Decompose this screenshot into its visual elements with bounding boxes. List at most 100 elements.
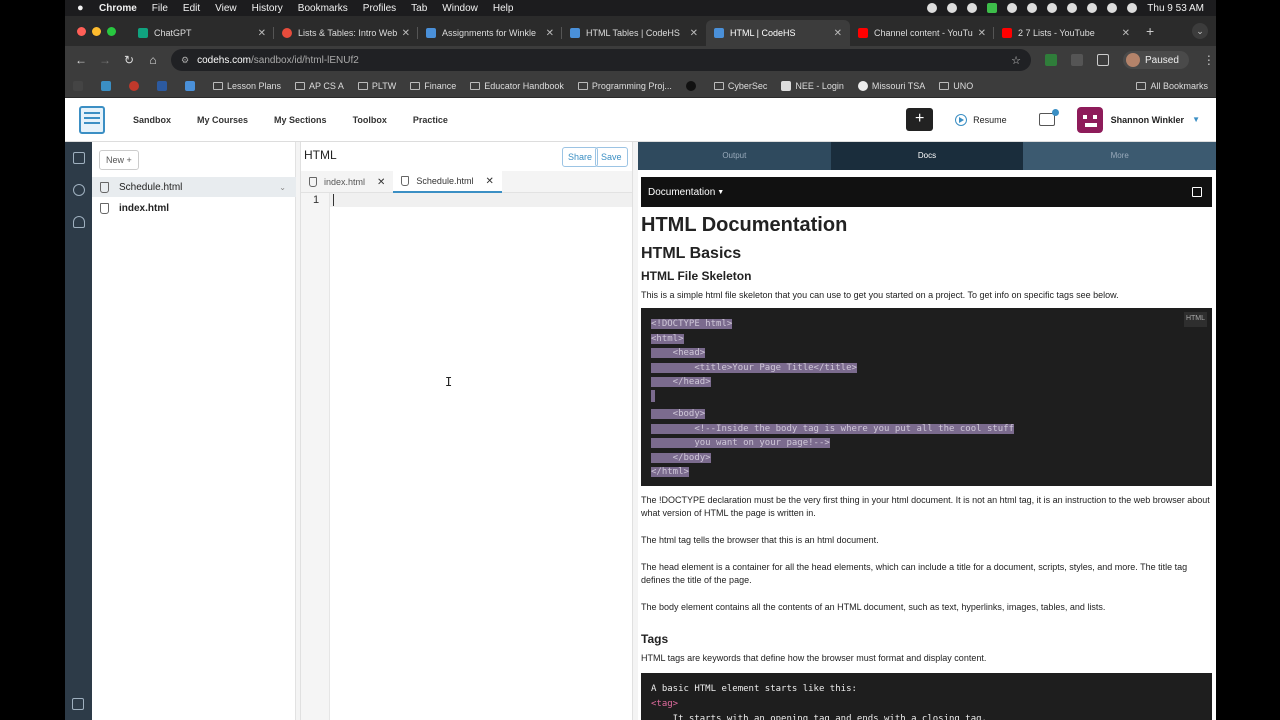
close-tab-icon[interactable]: ✕ xyxy=(690,28,698,39)
close-icon[interactable]: ✕ xyxy=(377,177,385,188)
clock[interactable]: Thu 9 53 AM xyxy=(1147,3,1204,14)
browser-tab-active[interactable]: HTML | CodeHS ✕ xyxy=(706,20,850,46)
tab-search-icon[interactable]: ⌄ xyxy=(1192,23,1208,39)
nav-my-sections[interactable]: My Sections xyxy=(274,115,327,125)
code-sample[interactable]: HTML <!DOCTYPE html> <html> <head> <titl… xyxy=(641,308,1212,486)
vpn-icon[interactable] xyxy=(1007,3,1018,13)
nav-my-courses[interactable]: My Courses xyxy=(197,115,248,125)
menu-history[interactable]: History xyxy=(252,3,283,14)
browser-tab[interactable]: Assignments for Winkle ✕ xyxy=(418,20,562,46)
battery-app-icon[interactable] xyxy=(987,3,998,13)
menu-profiles[interactable]: Profiles xyxy=(363,3,396,14)
file-item-schedule[interactable]: Schedule.html ⌄ xyxy=(92,177,296,197)
browser-tab[interactable]: HTML Tables | CodeHS ✕ xyxy=(562,20,706,46)
forward-icon[interactable]: → xyxy=(93,53,117,67)
bookmark-github[interactable] xyxy=(685,80,700,91)
home-icon[interactable]: ⌂ xyxy=(141,53,165,67)
menu-tab[interactable]: Tab xyxy=(411,3,427,14)
close-tab-icon[interactable]: ✕ xyxy=(402,28,410,39)
nav-toolbox[interactable]: Toolbox xyxy=(353,115,387,125)
minimize-window-icon[interactable] xyxy=(92,26,101,36)
back-icon[interactable]: ← xyxy=(69,53,93,67)
bookmark-nee-login[interactable]: NEE - Login xyxy=(781,80,844,91)
browser-tab[interactable]: 2 7 Lists - YouTube ✕ xyxy=(994,20,1138,46)
new-file-button[interactable]: New + xyxy=(99,150,139,170)
bookmark-ap-cs-a[interactable]: AP CS A xyxy=(295,81,344,91)
apple-icon[interactable]: ● xyxy=(77,2,91,14)
nav-practice[interactable]: Practice xyxy=(413,115,448,125)
documentation-dropdown[interactable]: Documentation xyxy=(648,187,715,198)
tab-docs[interactable]: Docs xyxy=(830,142,1024,170)
new-tab-button[interactable]: + xyxy=(1146,23,1154,39)
close-window-icon[interactable] xyxy=(77,26,86,36)
bookmark-app-3[interactable] xyxy=(185,80,199,91)
browser-tab[interactable]: ChatGPT ✕ xyxy=(130,20,274,46)
bookmark-sis[interactable] xyxy=(157,80,171,91)
close-tab-icon[interactable]: ✕ xyxy=(978,28,986,39)
close-tab-icon[interactable]: ✕ xyxy=(834,28,842,39)
record-icon[interactable] xyxy=(927,3,938,13)
user-menu[interactable]: Shannon Winkler ▼ xyxy=(1076,106,1200,133)
code-files-icon[interactable] xyxy=(72,152,85,164)
file-item-index[interactable]: index.html xyxy=(92,198,296,218)
bookmark-app-2[interactable] xyxy=(129,80,143,91)
chevron-down-icon[interactable]: ⌄ xyxy=(279,183,286,192)
cloud-icon[interactable] xyxy=(967,3,978,13)
menu-file[interactable]: File xyxy=(152,3,168,14)
extension-icon[interactable] xyxy=(1045,54,1057,66)
play-icon[interactable] xyxy=(1047,3,1058,13)
zoom-window-icon[interactable] xyxy=(107,26,116,36)
control-center-icon[interactable] xyxy=(1127,3,1138,13)
editor-tab-index[interactable]: index.html ✕ xyxy=(301,171,393,193)
share-button[interactable]: Share xyxy=(562,147,599,167)
bookmark-pltw[interactable]: PLTW xyxy=(357,81,396,91)
side-panel-icon[interactable] xyxy=(1097,54,1109,66)
menu-window[interactable]: Window xyxy=(442,3,478,14)
wifi-icon[interactable] xyxy=(1087,3,1098,13)
history-icon[interactable] xyxy=(1067,3,1078,13)
nav-sandbox[interactable]: Sandbox xyxy=(133,115,171,125)
menu-view[interactable]: View xyxy=(215,3,237,14)
all-bookmarks[interactable]: All Bookmarks xyxy=(1136,81,1208,91)
menu-bookmarks[interactable]: Bookmarks xyxy=(298,3,348,14)
profile-button[interactable]: Paused xyxy=(1123,51,1189,69)
airdrop-icon[interactable] xyxy=(1027,3,1038,13)
bookmark-uno[interactable]: UNO xyxy=(939,81,973,91)
bookmark-missouri-tsa[interactable]: Missouri TSA xyxy=(857,80,925,91)
tab-output[interactable]: Output xyxy=(638,142,831,170)
layout-icon[interactable] xyxy=(72,698,84,710)
search-icon[interactable] xyxy=(1107,3,1118,13)
editor-tab-schedule[interactable]: Schedule.html ✕ xyxy=(393,171,502,193)
gear-icon[interactable] xyxy=(72,184,85,196)
people-icon[interactable] xyxy=(72,216,85,228)
bookmark-finance[interactable]: Finance xyxy=(410,81,456,91)
bookmark-s3[interactable] xyxy=(73,80,87,91)
bookmark-programming-proj[interactable]: Programming Proj... xyxy=(577,81,672,91)
screen-share-icon[interactable] xyxy=(947,3,958,13)
menu-edit[interactable]: Edit xyxy=(183,3,200,14)
browser-menu-icon[interactable]: ⋮ xyxy=(1203,53,1215,67)
notifications-icon[interactable] xyxy=(1038,109,1059,126)
address-bar[interactable]: ⚙ codehs.com/sandbox/id/html-lENUf2 ☆ xyxy=(171,49,1031,71)
menu-app[interactable]: Chrome xyxy=(99,3,137,14)
close-tab-icon[interactable]: ✕ xyxy=(1122,28,1130,39)
external-link-icon[interactable] xyxy=(1192,187,1202,197)
bookmark-app-1[interactable] xyxy=(101,80,115,91)
browser-tab[interactable]: Lists & Tables: Intro Web ✕ xyxy=(274,20,418,46)
reload-icon[interactable]: ↻ xyxy=(117,53,141,67)
close-tab-icon[interactable]: ✕ xyxy=(546,28,554,39)
bookmark-lesson-plans[interactable]: Lesson Plans xyxy=(213,81,281,91)
bookmark-star-icon[interactable]: ☆ xyxy=(1011,54,1021,67)
bookmark-cybersec[interactable]: CyberSec xyxy=(713,81,767,91)
bookmark-educator-handbook[interactable]: Educator Handbook xyxy=(470,81,564,91)
tab-more[interactable]: More xyxy=(1023,142,1216,170)
close-tab-icon[interactable]: ✕ xyxy=(258,28,266,39)
resume-button[interactable]: Resume xyxy=(955,113,1007,126)
save-button[interactable]: Save xyxy=(595,147,628,167)
active-line[interactable] xyxy=(330,193,632,207)
site-info-icon[interactable]: ⚙ xyxy=(181,55,189,66)
code-sample-tags[interactable]: A basic HTML element starts like this: <… xyxy=(641,672,1212,720)
codehs-logo[interactable] xyxy=(79,105,105,134)
close-icon[interactable]: ✕ xyxy=(485,176,493,187)
documentation-menu[interactable]: Documentation ▼ xyxy=(641,177,1212,207)
